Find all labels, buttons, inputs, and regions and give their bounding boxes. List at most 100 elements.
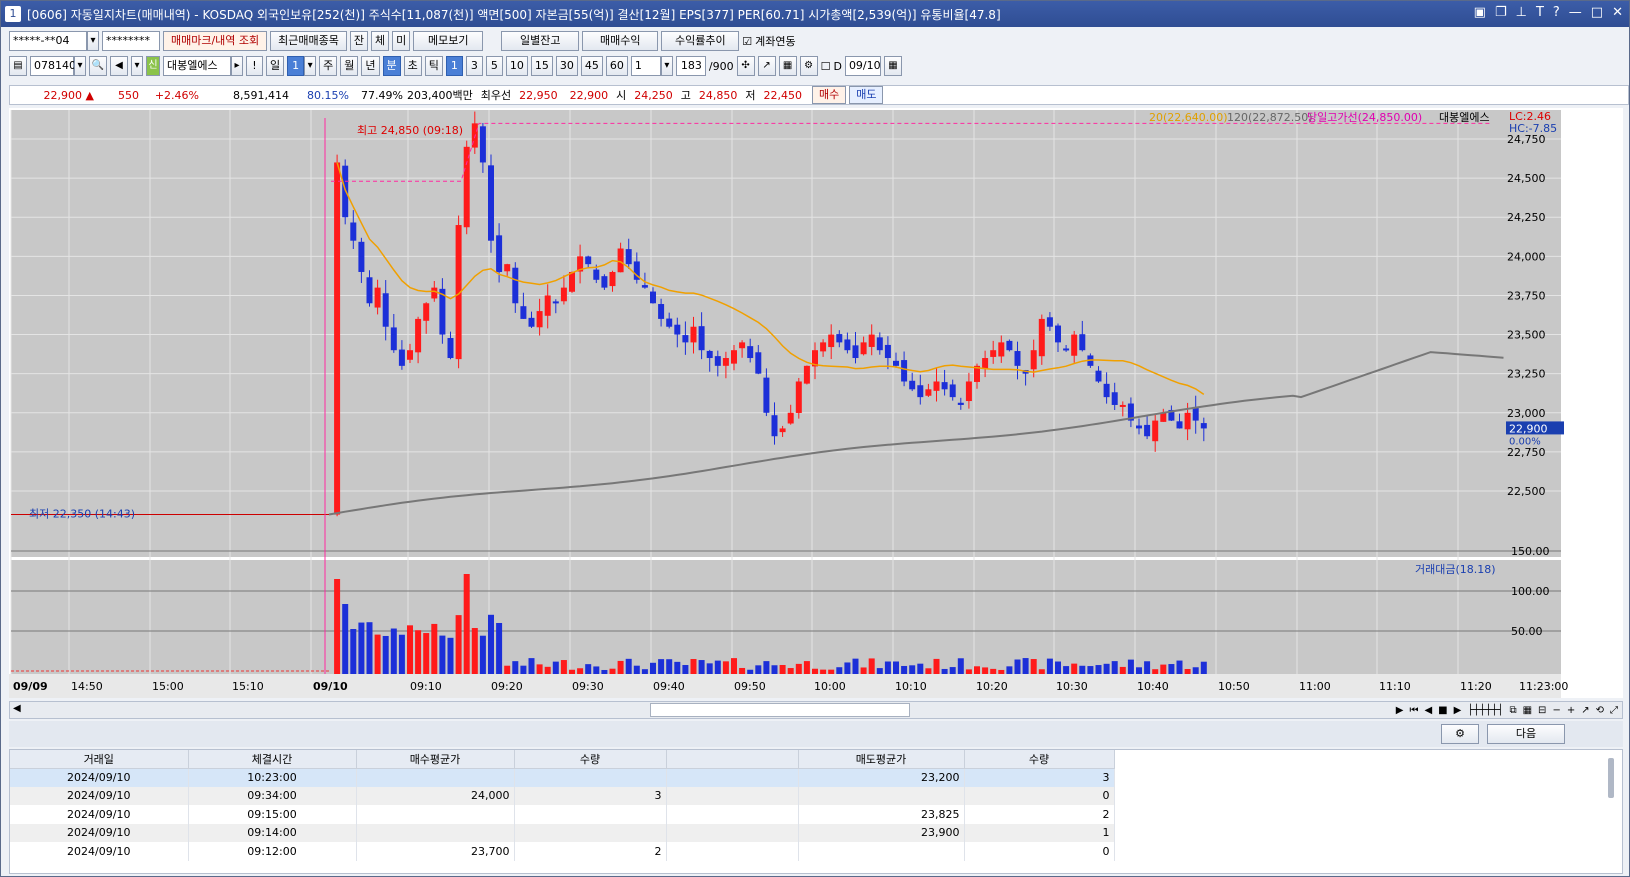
scroll-left-icon[interactable]: ◀ [13, 703, 21, 714]
minute-3-button[interactable]: 3 [465, 56, 483, 76]
date-input[interactable]: 09/10 [844, 56, 881, 76]
next-icon[interactable]: ▶ [1454, 705, 1462, 716]
candle-body [512, 267, 519, 304]
alert-button[interactable]: ! [246, 56, 263, 76]
sell-button[interactable]: 매도 [849, 86, 884, 104]
zoom-slider-icon[interactable]: ├┼┼┼┼┤ [1467, 705, 1503, 716]
period-tick-button[interactable]: 틱 [424, 56, 443, 76]
chevron-right-icon[interactable]: ▸ [231, 56, 243, 76]
minute-30-button[interactable]: 30 [555, 56, 578, 76]
vertical-scrollbar[interactable] [1608, 758, 1614, 798]
account-select[interactable]: *****-**04 [9, 31, 87, 51]
trade-mark-query-button[interactable]: 매매마크/내역 조회 [163, 31, 268, 51]
minute-45-button[interactable]: 45 [580, 56, 603, 76]
minute-60-button[interactable]: 60 [605, 56, 628, 76]
recent-trades-button[interactable]: 최근매매종목 [270, 31, 347, 51]
x-tick-label: 10:30 [1056, 680, 1088, 693]
unfilled-button[interactable]: 미 [392, 31, 411, 51]
y-tick-label: 23,250 [1507, 368, 1546, 381]
chevron-down-icon[interactable]: ▾ [74, 56, 86, 76]
period-year-button[interactable]: 년 [361, 56, 380, 76]
horizontal-scrollbar[interactable]: ◀ ▶ ⏮ ◀ ■ ▶ ├┼┼┼┼┤ ⧉ ▦ ⊟ − + ↗ ⟲ ⤢ [9, 701, 1623, 719]
volume-bar [366, 622, 373, 674]
chevron-down-icon[interactable]: ▾ [304, 56, 317, 76]
chevron-down-icon[interactable]: ▾ [131, 56, 143, 76]
trade-profit-button[interactable]: 매매수익 [582, 31, 659, 51]
period-second-button[interactable]: 초 [403, 56, 422, 76]
period-day-button[interactable]: 일 [266, 56, 285, 76]
table-row[interactable]: 2024/09/10 09:15:00 23,825 2 [10, 805, 1115, 824]
minute-15-button[interactable]: 15 [530, 56, 553, 76]
table-cell [514, 768, 667, 787]
minimize-icon[interactable]: — [1569, 5, 1582, 20]
link-icon[interactable]: ▣ [1474, 5, 1486, 20]
period-month-button[interactable]: 월 [340, 56, 359, 76]
save-icon[interactable]: ▦ [778, 56, 797, 76]
sound-icon[interactable]: ◀ [110, 56, 128, 76]
maximize-icon[interactable]: □ [1591, 5, 1603, 20]
stop-icon[interactable]: ■ [1438, 705, 1447, 716]
period-day-value[interactable]: 1 [287, 56, 305, 76]
period-week-button[interactable]: 주 [319, 56, 338, 76]
minute-10-button[interactable]: 10 [505, 56, 528, 76]
stock-name-field[interactable]: 대봉엘에스 [163, 56, 231, 76]
candle-body [982, 358, 989, 370]
table-row[interactable]: 2024/09/10 09:12:00 23,700 2 0 [10, 842, 1115, 861]
first-icon[interactable]: ⏮ [1409, 705, 1418, 716]
table-row[interactable]: 2024/09/10 09:14:00 23,900 1 [10, 823, 1115, 842]
zoom-out-icon[interactable]: − [1552, 705, 1560, 716]
crosshair-icon[interactable]: ✣ [736, 56, 755, 76]
return-trend-button[interactable]: 수익률추이 [661, 31, 740, 51]
date-checkbox[interactable]: ☐ [821, 60, 831, 73]
x-tick-label: 09:50 [734, 680, 766, 693]
account-link-checkbox[interactable]: ☑ [742, 35, 752, 48]
layout-icon[interactable]: ▤ [9, 56, 27, 76]
close-icon[interactable]: ✕ [1612, 5, 1623, 20]
table-row[interactable]: 2024/09/10 09:34:00 24,000 3 0 [10, 786, 1115, 805]
daily-balance-button[interactable]: 일별잔고 [501, 31, 580, 51]
volume-bar [714, 660, 721, 674]
font-icon[interactable]: T [1536, 5, 1544, 20]
help-icon[interactable]: ? [1553, 5, 1560, 20]
shown-count-input[interactable]: 183 [675, 56, 706, 76]
draw-line-icon[interactable]: ↗ [1581, 705, 1589, 716]
fit-icon[interactable]: ⧉ [1509, 705, 1516, 716]
scroll-thumb[interactable] [650, 703, 910, 717]
table-row[interactable]: 2024/09/10 10:23:00 23,200 3 [10, 768, 1115, 787]
pin-icon[interactable]: ⊥ [1516, 5, 1527, 20]
password-field[interactable]: ******** [102, 31, 160, 51]
chevron-down-icon[interactable]: ▾ [660, 56, 673, 76]
prev-icon[interactable]: ◀ [1424, 705, 1432, 716]
volume-bar [974, 666, 980, 674]
zoom-in-icon[interactable]: + [1567, 705, 1575, 716]
filled-button[interactable]: 체 [371, 31, 390, 51]
restore-icon[interactable]: ❐ [1495, 5, 1507, 20]
gear-icon[interactable]: ⚙ [799, 56, 818, 76]
buy-button[interactable]: 매수 [811, 86, 847, 104]
period-minute-button[interactable]: 분 [382, 56, 401, 76]
expand-icon[interactable]: ⤢ [1610, 705, 1618, 716]
refresh-icon[interactable]: ⟲ [1596, 705, 1604, 716]
chevron-down-icon[interactable]: ▾ [87, 31, 99, 51]
candle-chart[interactable]: 20(22,640.00) 120(22,872.50) 당일고가선(24,850.… [9, 108, 1623, 698]
gear-icon[interactable]: ⚙ [1441, 724, 1479, 744]
next-button[interactable]: 다음 [1487, 724, 1565, 744]
volume-bar [1014, 659, 1021, 674]
table-cell [798, 786, 965, 805]
balance-button[interactable]: 잔 [349, 31, 369, 51]
open-price: 24,250 [634, 88, 673, 102]
stock-code-input[interactable]: 078140 [30, 56, 76, 76]
search-icon[interactable]: 🔍 [89, 56, 107, 76]
calendar-icon[interactable]: ▦ [883, 56, 902, 76]
low-label: 저 [745, 89, 756, 102]
candle-body [520, 306, 527, 319]
minute-1-button[interactable]: 1 [445, 56, 463, 76]
scroll-right-icon[interactable]: ▶ [1396, 705, 1404, 716]
table-icon[interactable]: ▦ [1523, 705, 1532, 716]
volume-bar [390, 628, 397, 674]
memo-button[interactable]: 메모보기 [413, 31, 484, 51]
draw-icon[interactable]: ↗ [757, 56, 776, 76]
minute-5-button[interactable]: 5 [485, 56, 503, 76]
interval-count-input[interactable]: 1 [630, 56, 661, 76]
split-icon[interactable]: ⊟ [1538, 705, 1546, 716]
